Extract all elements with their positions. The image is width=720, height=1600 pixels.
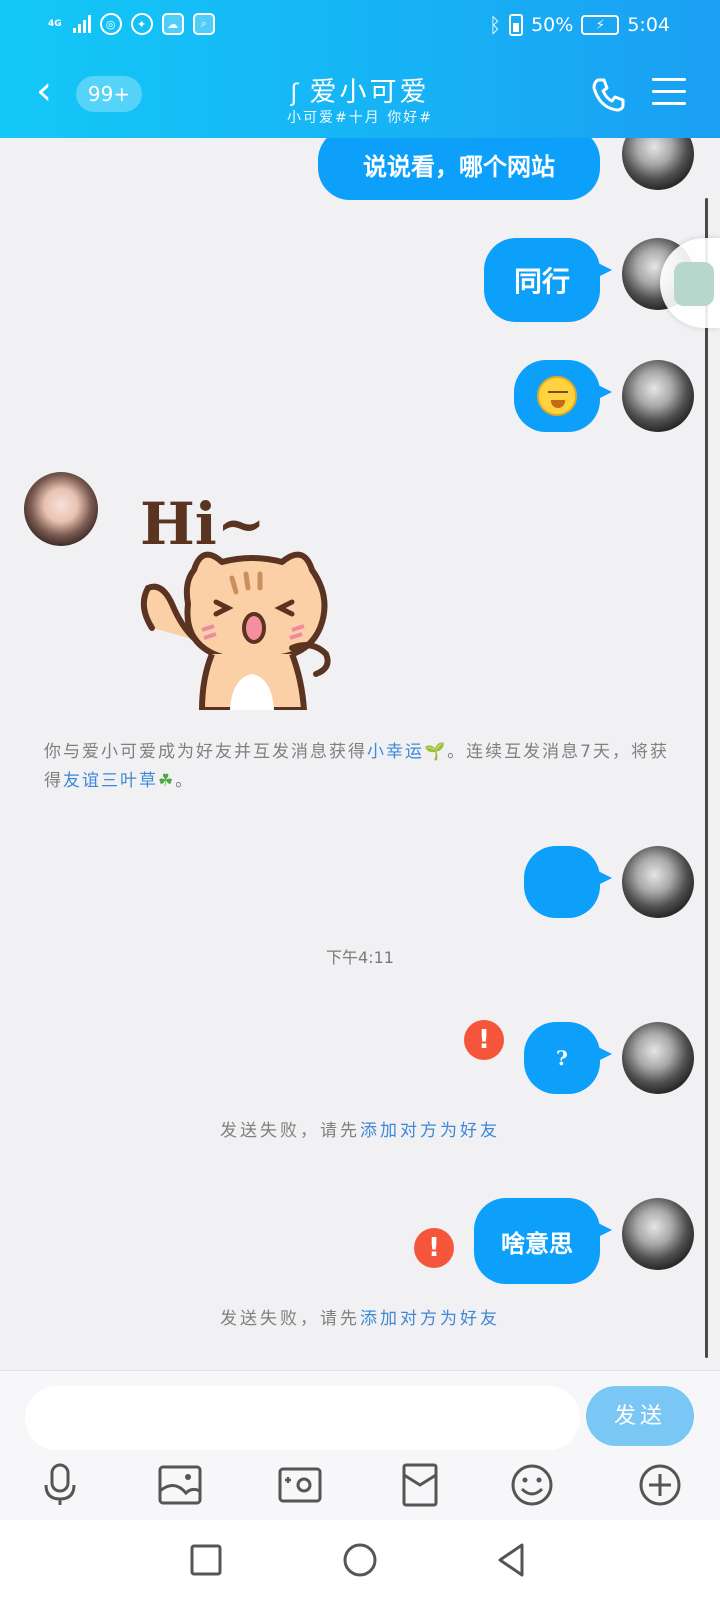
- fail-text: 发送失败，请先: [220, 1121, 360, 1141]
- plus-icon[interactable]: [636, 1461, 684, 1509]
- send-button[interactable]: 发送: [586, 1386, 694, 1446]
- my-avatar[interactable]: [622, 846, 694, 918]
- message-bubble[interactable]: 同行: [484, 238, 612, 322]
- send-failed-notice: 发送失败，请先添加对方为好友: [0, 1304, 720, 1329]
- signal-icon: [72, 15, 91, 33]
- message-bubble[interactable]: [514, 360, 612, 432]
- red-packet-icon[interactable]: [396, 1461, 444, 1509]
- battery-icon: [509, 14, 524, 36]
- menu-icon[interactable]: [652, 78, 686, 108]
- network-type: 4G: [48, 18, 62, 29]
- image-icon[interactable]: [156, 1461, 204, 1509]
- message-bubble[interactable]: 啥意思: [474, 1198, 612, 1284]
- battery-percent: 50%: [531, 14, 574, 36]
- clover-link[interactable]: 友谊三叶草: [63, 771, 158, 791]
- recent-apps-icon[interactable]: [186, 1540, 226, 1580]
- phone-icon[interactable]: [588, 74, 628, 114]
- my-avatar[interactable]: [622, 138, 694, 190]
- contact-name: 爱小可爱: [309, 77, 430, 108]
- sticker-text: Hi~: [140, 490, 265, 558]
- message-text: 同行: [513, 265, 570, 298]
- scrollbar[interactable]: [705, 198, 708, 1358]
- send-failed-notice: 发送失败，请先添加对方为好友: [0, 1116, 720, 1141]
- send-failed-icon[interactable]: !: [464, 1020, 504, 1060]
- microphone-icon[interactable]: [36, 1461, 84, 1509]
- search-icon: ⌕: [192, 13, 215, 35]
- composer-toolbar: [0, 1461, 720, 1515]
- cloud-icon: ☁: [161, 13, 184, 35]
- friendship-notice: 你与爱小可爱成为好友并互发消息获得小幸运🌱。连续互发消息7天，将获得友谊三叶草☘…: [44, 738, 684, 796]
- clock: 5:04: [627, 14, 670, 36]
- add-friend-link[interactable]: 添加对方为好友: [360, 1121, 500, 1141]
- message-composer: 发送: [0, 1370, 720, 1520]
- home-icon[interactable]: [340, 1540, 380, 1580]
- chat-area[interactable]: 说说看，哪个网站 同行 Hi~ 你与爱小可爱成为好友并互发消息获得小幸运🌱。连续…: [0, 138, 720, 1370]
- charging-icon: ⚡: [581, 15, 620, 35]
- message-bubble[interactable]: [524, 846, 612, 918]
- contact-avatar[interactable]: [24, 472, 98, 546]
- message-text: ?: [556, 1046, 568, 1070]
- my-avatar[interactable]: [622, 1198, 694, 1270]
- emoji-icon[interactable]: [508, 1461, 556, 1509]
- message-input[interactable]: [25, 1386, 580, 1450]
- hi-cat-sticker[interactable]: Hi~: [132, 478, 342, 713]
- notice-text: 。: [175, 771, 195, 791]
- message-text: 说说看，哪个网站: [363, 151, 555, 181]
- send-failed-icon[interactable]: !: [414, 1228, 454, 1268]
- my-avatar[interactable]: [622, 1022, 694, 1094]
- sprout-icon: 🌱: [424, 742, 448, 762]
- timestamp: 下午4:11: [326, 948, 394, 967]
- message-bubble[interactable]: 说说看，哪个网站: [318, 138, 600, 200]
- system-navigation-bar: [0, 1520, 720, 1600]
- sneeze-emoji-icon: [537, 376, 577, 416]
- xiaoxingyun-link[interactable]: 小幸运: [367, 742, 424, 762]
- clover-icon: ☘: [158, 771, 176, 791]
- my-avatar[interactable]: [622, 360, 694, 432]
- camera-icon[interactable]: [276, 1461, 324, 1509]
- add-friend-link[interactable]: 添加对方为好友: [360, 1309, 500, 1329]
- netease-music-icon: ◎: [99, 13, 122, 35]
- fail-text: 发送失败，请先: [220, 1309, 360, 1329]
- chat-header: 4G ◎ ✦ ☁ ⌕ ᛒ 50% ⚡ 5:04 ‹ 99+ ʃ 爱小可爱 小可爱#…: [0, 0, 720, 138]
- ear-icon: ʃ: [290, 79, 302, 107]
- message-text: 啥意思: [501, 1228, 573, 1258]
- back-icon[interactable]: [492, 1540, 532, 1580]
- browser-icon: ✦: [130, 13, 153, 35]
- status-bar: 4G ◎ ✦ ☁ ⌕ ᛒ 50% ⚡ 5:04: [0, 0, 720, 50]
- bluetooth-icon: ᛒ: [489, 13, 502, 37]
- message-bubble[interactable]: ?: [524, 1022, 612, 1094]
- notice-text: 你与爱小可爱成为好友并互发消息获得: [44, 742, 367, 762]
